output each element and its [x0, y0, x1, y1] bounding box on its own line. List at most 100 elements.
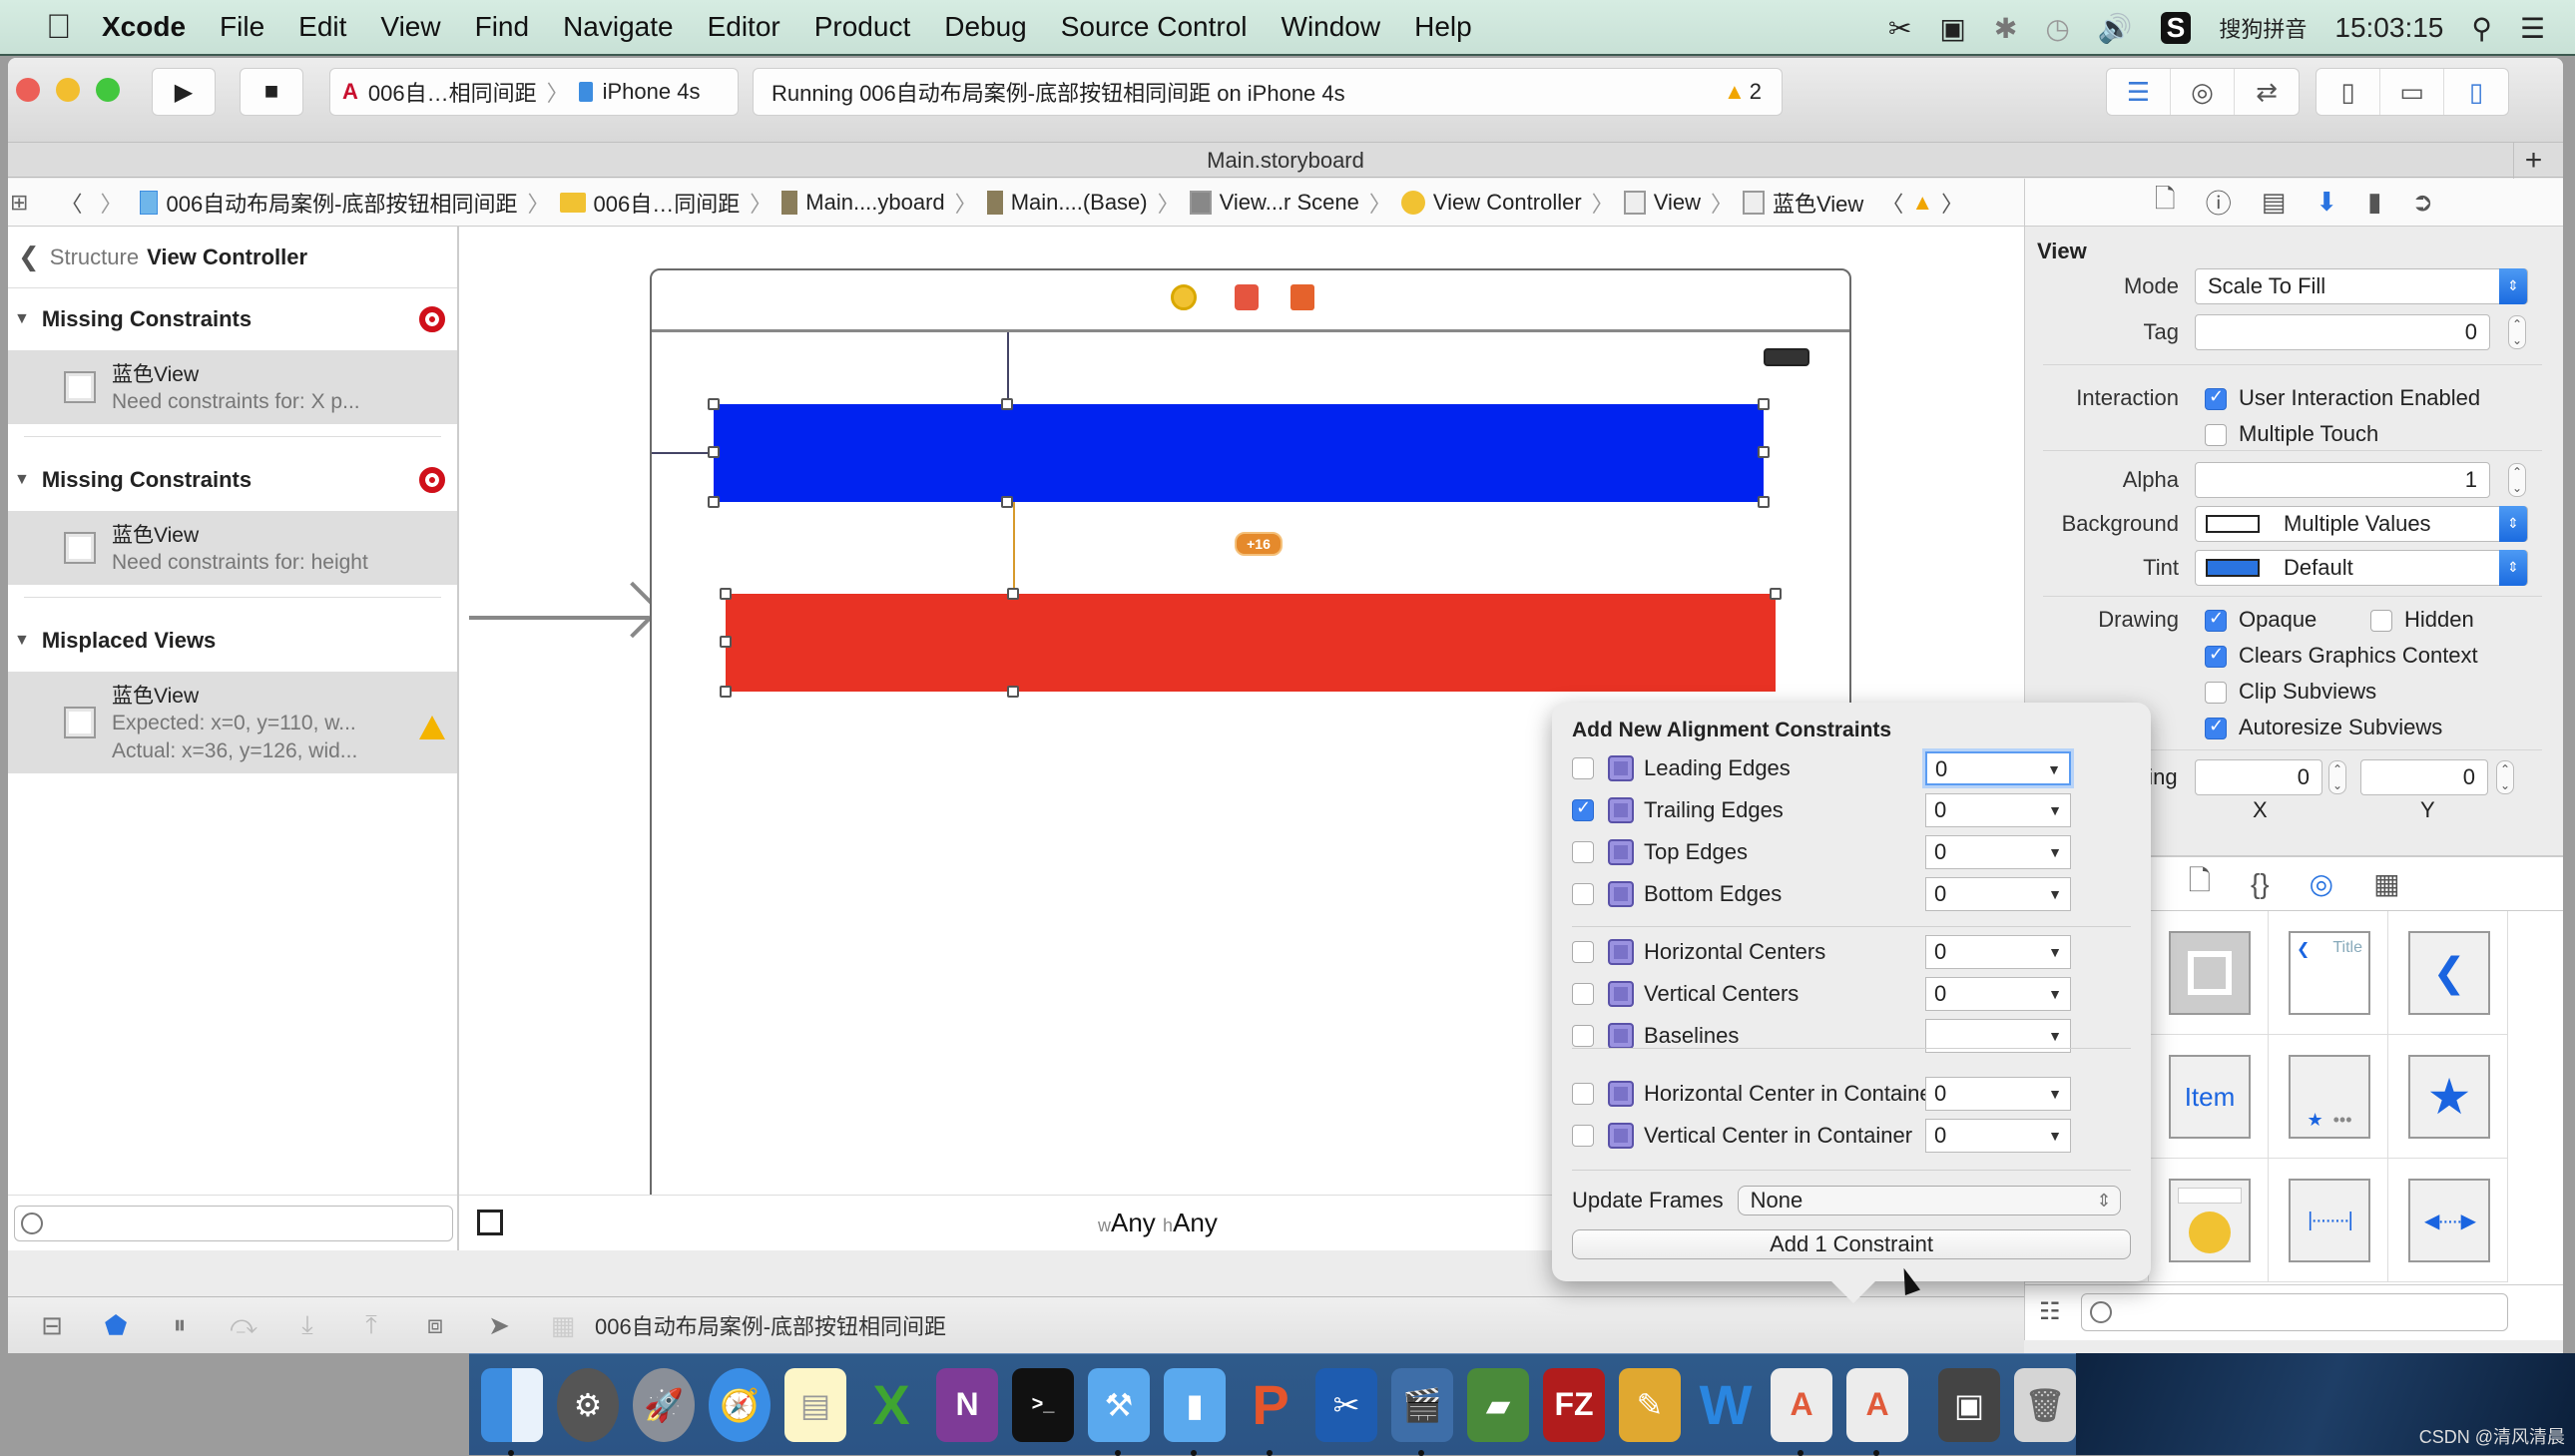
- menu-product[interactable]: Product: [814, 11, 911, 43]
- connections-inspector-icon[interactable]: ➲: [2411, 187, 2433, 218]
- constraint-checkbox[interactable]: [1572, 983, 1594, 1005]
- media-library-icon[interactable]: ▦: [2373, 867, 2399, 900]
- assistant-editor-icon[interactable]: ◎: [2171, 69, 2235, 115]
- new-tab-button[interactable]: +: [2513, 143, 2553, 179]
- menu-find[interactable]: Find: [475, 11, 529, 43]
- warning-icon[interactable]: ▲: [1911, 190, 1933, 216]
- attributes-inspector-icon[interactable]: ⬇: [2316, 187, 2337, 218]
- bluetooth-icon[interactable]: ✱: [1994, 12, 2017, 45]
- dock-sketch-icon[interactable]: ✎: [1619, 1367, 1681, 1442]
- exit-icon[interactable]: [1290, 284, 1314, 310]
- hide-debug-area-icon[interactable]: ⊟: [32, 1310, 72, 1341]
- dock-instruments-icon[interactable]: A: [1771, 1367, 1832, 1456]
- issue-section-header[interactable]: ▼ Missing Constraints: [8, 288, 457, 350]
- autoresize-subviews-checkbox[interactable]: Autoresize Subviews: [2205, 715, 2442, 740]
- view-controller-icon[interactable]: [1171, 284, 1197, 310]
- issue-section-header[interactable]: ▼ Misplaced Views: [8, 610, 457, 672]
- library-item-tab-bar-item[interactable]: ★: [2388, 1035, 2508, 1159]
- constraint-checkbox[interactable]: [1572, 797, 1594, 821]
- opaque-checkbox[interactable]: Opaque: [2205, 607, 2317, 633]
- view-debugger-icon[interactable]: ⧈: [415, 1309, 455, 1341]
- stop-button[interactable]: ■: [240, 68, 303, 116]
- library-item-search-bar[interactable]: [2149, 1159, 2269, 1282]
- close-window-button[interactable]: [16, 78, 40, 102]
- dock-launchpad-icon[interactable]: 🚀: [633, 1367, 695, 1442]
- screen-record-icon[interactable]: ▣: [1939, 12, 1965, 45]
- resize-handle[interactable]: [1007, 686, 1019, 698]
- update-frames-select[interactable]: None: [1737, 1186, 2121, 1215]
- step-out-icon[interactable]: ⤒: [351, 1309, 391, 1341]
- structure-back-link[interactable]: Structure: [50, 244, 139, 270]
- menu-view[interactable]: View: [380, 11, 440, 43]
- resize-handle[interactable]: [708, 398, 720, 410]
- menu-editor[interactable]: Editor: [708, 11, 780, 43]
- clears-graphics-checkbox[interactable]: Clears Graphics Context: [2205, 643, 2478, 669]
- identity-inspector-icon[interactable]: ▤: [2262, 187, 2287, 218]
- issue-section-header[interactable]: ▼ Missing Constraints: [8, 449, 457, 511]
- minimize-window-button[interactable]: [56, 78, 80, 102]
- library-item-tab-bar[interactable]: ★ •••: [2269, 1035, 2388, 1159]
- checkbox[interactable]: [2370, 610, 2392, 633]
- pause-icon[interactable]: ⏸: [160, 1309, 200, 1341]
- constraint-value-combo[interactable]: 0: [1925, 793, 2071, 827]
- hidden-checkbox[interactable]: Hidden: [2370, 607, 2474, 633]
- simulate-location-icon[interactable]: ➤: [479, 1310, 519, 1341]
- constraint-value-combo[interactable]: 0: [1925, 977, 2071, 1011]
- warning-indicator[interactable]: ▲ 2: [1724, 79, 1762, 105]
- list-view-toggle-icon[interactable]: ☷: [2039, 1297, 2061, 1326]
- toggle-utilities-icon[interactable]: ▯: [2444, 69, 2508, 115]
- code-snippet-library-icon[interactable]: {}: [2251, 868, 2270, 900]
- crumb-view[interactable]: View: [1623, 190, 1701, 216]
- input-method-icon[interactable]: S: [2160, 12, 2192, 44]
- forward-nav-button[interactable]: 〉: [100, 187, 122, 219]
- constraint-checkbox[interactable]: [1572, 941, 1594, 963]
- dock-word-icon[interactable]: W: [1695, 1368, 1757, 1442]
- constraint-value-combo[interactable]: 0: [1925, 835, 2071, 869]
- previous-issue-button[interactable]: 〈: [1881, 187, 1903, 219]
- resize-handle[interactable]: [720, 636, 732, 648]
- next-issue-button[interactable]: 〉: [1941, 187, 1963, 219]
- stretch-y-stepper[interactable]: ⌃ ⌄: [2496, 760, 2514, 794]
- scissors-icon[interactable]: ✂: [1888, 12, 1911, 45]
- issue-item[interactable]: 蓝色View Expected: x=0, y=110, w... Actual: …: [8, 672, 457, 773]
- disclosure-triangle-icon[interactable]: ▼: [14, 471, 30, 489]
- quick-help-icon[interactable]: ⓘ: [2206, 184, 2232, 221]
- library-item-navigation-bar[interactable]: ❮ Title: [2269, 911, 2388, 1035]
- stretch-x-input[interactable]: 0: [2195, 759, 2322, 795]
- crumb-storyboard[interactable]: Main....yboard: [781, 190, 945, 216]
- tab-main-storyboard[interactable]: Main.storyboard: [1207, 148, 1364, 173]
- dock-excel-icon[interactable]: X: [860, 1368, 922, 1442]
- checkbox[interactable]: [2205, 424, 2227, 447]
- constraint-checkbox[interactable]: [1572, 883, 1594, 905]
- red-view[interactable]: [726, 594, 1776, 692]
- size-inspector-icon[interactable]: ▮: [2367, 187, 2381, 218]
- menu-debug[interactable]: Debug: [944, 11, 1027, 43]
- navigator-filter-input[interactable]: [14, 1206, 453, 1241]
- crumb-view-controller[interactable]: View Controller: [1400, 190, 1582, 216]
- file-inspector-icon[interactable]: 🗋: [2155, 181, 2176, 225]
- add-constraint-button[interactable]: Add 1 Constraint: [1572, 1229, 2131, 1259]
- checkbox[interactable]: [2205, 682, 2227, 705]
- constraint-value-combo[interactable]: 0: [1925, 877, 2071, 911]
- resize-handle[interactable]: [1770, 588, 1782, 600]
- library-item-bar-button-item[interactable]: Item: [2149, 1035, 2269, 1159]
- menu-edit[interactable]: Edit: [298, 11, 346, 43]
- dock-safari-icon[interactable]: 🧭: [709, 1367, 771, 1442]
- dock-system-preferences-icon[interactable]: ⚙: [557, 1367, 619, 1442]
- first-responder-icon[interactable]: [1235, 284, 1259, 310]
- time-machine-icon[interactable]: ◷: [2045, 12, 2069, 45]
- menu-app-name[interactable]: Xcode: [102, 11, 186, 43]
- zoom-window-button[interactable]: [96, 78, 120, 102]
- toggle-navigator-icon[interactable]: ▯: [2317, 69, 2380, 115]
- crumb-project[interactable]: 006自动布局案例-底部按钮相同间距: [140, 187, 518, 219]
- background-select[interactable]: Multiple Values ⇕: [2195, 506, 2528, 542]
- initial-view-controller-arrow[interactable]: [469, 616, 649, 620]
- disclosure-triangle-icon[interactable]: ▼: [14, 632, 30, 650]
- multiple-touch-checkbox[interactable]: Multiple Touch: [2205, 421, 2378, 447]
- alpha-input[interactable]: 1: [2195, 462, 2490, 498]
- dock-instruments-icon[interactable]: A: [1846, 1367, 1908, 1456]
- alpha-stepper[interactable]: ⌃ ⌄: [2508, 463, 2526, 497]
- step-over-icon[interactable]: ⤼: [224, 1309, 263, 1341]
- dock-filezilla-icon[interactable]: FZ: [1543, 1367, 1605, 1442]
- dock-xcode-icon[interactable]: ⚒: [1088, 1367, 1150, 1456]
